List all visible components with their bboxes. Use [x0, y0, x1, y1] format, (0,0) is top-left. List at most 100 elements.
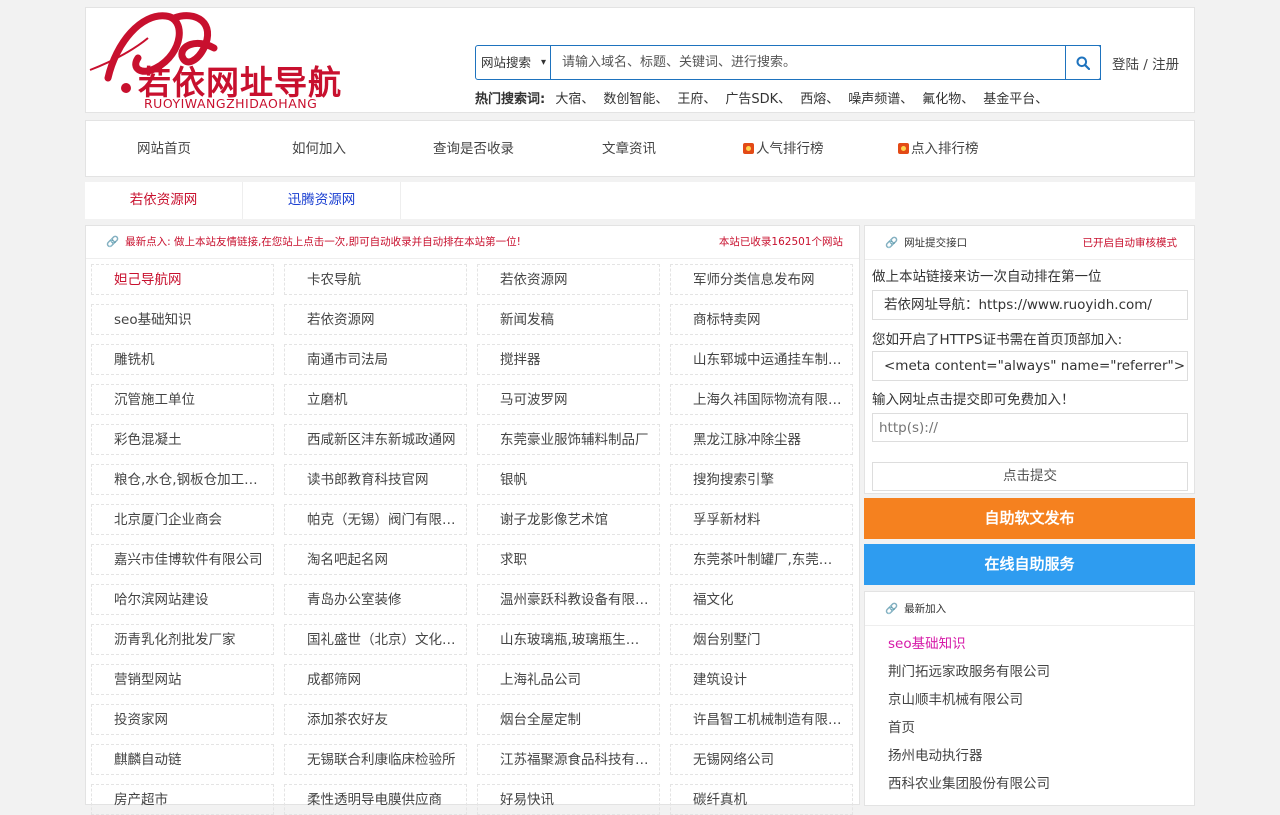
site-link[interactable]: 新闻发稿	[477, 304, 660, 335]
site-link[interactable]: 江苏福聚源食品科技有限公司	[477, 744, 660, 775]
site-link[interactable]: 彩色混凝土	[91, 424, 274, 455]
site-link[interactable]: seo基础知识	[91, 304, 274, 335]
nav-check-indexed[interactable]: 查询是否收录	[433, 121, 514, 178]
hot-keyword[interactable]: 广告SDK、	[725, 92, 791, 107]
submit-panel-header: 🔗 网址提交接口 已开启自动审核模式	[865, 226, 1194, 260]
latest-item[interactable]: 首页	[888, 716, 915, 736]
self-publish-article-button[interactable]: 自助软文发布	[864, 498, 1195, 539]
site-link[interactable]: 搜狗搜索引擎	[670, 464, 853, 495]
hot-keyword[interactable]: 西熔、	[800, 92, 839, 107]
site-link[interactable]: 上海礼品公司	[477, 664, 660, 695]
hot-keyword[interactable]: 噪声频谱、	[848, 92, 913, 107]
site-link[interactable]: 若依资源网	[284, 304, 467, 335]
site-link[interactable]: 沉管施工单位	[91, 384, 274, 415]
nav-home[interactable]: 网站首页	[137, 121, 191, 178]
site-link[interactable]: 东莞豪业服饰辅料制品厂	[477, 424, 660, 455]
latest-title: 最新加入	[904, 603, 947, 615]
search-box: 网站搜索 ▾	[475, 45, 1101, 80]
site-link[interactable]: 无锡联合利康临床检验所	[284, 744, 467, 775]
site-link[interactable]: 哈尔滨网站建设	[91, 584, 274, 615]
site-link[interactable]: 帕克（无锡）阀门有限公司	[284, 504, 467, 535]
latest-item[interactable]: 扬州电动执行器	[888, 744, 983, 764]
latest-item[interactable]: 京山顺丰机械有限公司	[888, 688, 1023, 708]
site-link[interactable]: 烟台全屋定制	[477, 704, 660, 735]
site-link[interactable]: 军师分类信息发布网	[670, 264, 853, 295]
partner-tab[interactable]: 若依资源网	[85, 182, 243, 219]
site-link[interactable]: 嘉兴市佳博软件有限公司	[91, 544, 274, 575]
link-icon: 🔗	[106, 236, 120, 248]
nav-articles[interactable]: 文章资讯	[602, 121, 656, 178]
site-link[interactable]: 温州豪跃科教设备有限公司	[477, 584, 660, 615]
site-link[interactable]: 读书郎教育科技官网	[284, 464, 467, 495]
site-link[interactable]: 立磨机	[284, 384, 467, 415]
site-link[interactable]: 添加茶农好友	[284, 704, 467, 735]
submit-title: 网址提交接口	[904, 237, 968, 249]
site-link[interactable]: 若依资源网	[477, 264, 660, 295]
site-link[interactable]: 山东郓城中运通挂车制造有限公司	[670, 344, 853, 375]
search-type-value: 网站搜索	[481, 55, 532, 70]
site-link[interactable]: 烟台别墅门	[670, 624, 853, 655]
chevron-down-icon: ▾	[540, 57, 546, 68]
site-link[interactable]: 马可波罗网	[477, 384, 660, 415]
site-link[interactable]: 青岛办公室装修	[284, 584, 467, 615]
site-link[interactable]: 西咸新区沣东新城政通网	[284, 424, 467, 455]
partner-tab[interactable]: 迅腾资源网	[243, 182, 401, 219]
site-list-panel: 🔗 最新点入: 做上本站友情链接,在您站上点击一次,即可自动收录并自动排在本站第一…	[85, 225, 860, 815]
hot-icon	[898, 143, 909, 154]
search-input[interactable]	[552, 46, 1092, 79]
auto-review-status: 已开启自动审核模式	[1082, 237, 1178, 249]
site-link[interactable]: 福文化	[670, 584, 853, 615]
register-link[interactable]: 注册	[1152, 57, 1179, 73]
site-link[interactable]: 东莞茶叶制罐厂,东莞礼品盒	[670, 544, 853, 575]
free-join-instruction: 输入网址点击提交即可免费加入！	[872, 392, 1075, 408]
login-link[interactable]: 登陆	[1112, 57, 1139, 73]
site-link[interactable]: 卡农导航	[284, 264, 467, 295]
site-link[interactable]: 山东玻璃瓶,玻璃瓶生产厂家	[477, 624, 660, 655]
latest-item[interactable]: seo基础知识	[888, 632, 966, 652]
site-link[interactable]: 商标特卖网	[670, 304, 853, 335]
site-link[interactable]: 孚孚新材料	[670, 504, 853, 535]
nav-popular-rank[interactable]: 人气排行榜	[743, 121, 824, 178]
site-link[interactable]: 谢子龙影像艺术馆	[477, 504, 660, 535]
site-link[interactable]: 妲己导航网	[91, 264, 274, 295]
submit-button[interactable]: 点击提交	[872, 462, 1188, 491]
hot-keyword[interactable]: 王府、	[677, 92, 716, 107]
search-button[interactable]	[1065, 45, 1101, 80]
site-link[interactable]: 黑龙江脉冲除尘器	[670, 424, 853, 455]
site-link[interactable]: 无锡网络公司	[670, 744, 853, 775]
search-type-select[interactable]: 网站搜索 ▾	[476, 46, 551, 79]
site-link[interactable]: 国礼盛世（北京）文化传播	[284, 624, 467, 655]
nav-how-to-join[interactable]: 如何加入	[292, 121, 346, 178]
site-link[interactable]: 北京厦门企业商会	[91, 504, 274, 535]
site-link[interactable]: 南通市司法局	[284, 344, 467, 375]
latest-item[interactable]: 西科农业集团股份有限公司	[888, 772, 1050, 792]
site-link[interactable]: 上海久祎国际物流有限公司	[670, 384, 853, 415]
site-link[interactable]: 银帆	[477, 464, 660, 495]
hot-keywords-label: 热门搜索词:	[475, 92, 546, 107]
online-self-service-button[interactable]: 在线自助服务	[864, 544, 1195, 585]
submit-instruction: 做上本站链接来访一次自动排在第一位	[872, 269, 1102, 285]
site-link[interactable]: 投资家网	[91, 704, 274, 735]
nav-click-rank[interactable]: 点入排行榜	[898, 121, 979, 178]
site-link[interactable]: 搅拌器	[477, 344, 660, 375]
site-link[interactable]: 成都筛网	[284, 664, 467, 695]
latest-item[interactable]: 荆门拓远家政服务有限公司	[888, 660, 1050, 680]
site-link[interactable]: 淘名吧起名网	[284, 544, 467, 575]
link-code-box[interactable]: 若依网址导航：https://www.ruoyidh.com/	[872, 290, 1188, 320]
hot-keyword[interactable]: 数创智能、	[603, 92, 668, 107]
hot-keyword[interactable]: 氟化物、	[922, 92, 974, 107]
hot-keyword[interactable]: 大宿、	[555, 92, 594, 107]
auth-separator: /	[1143, 57, 1148, 73]
site-link[interactable]: 营销型网站	[91, 664, 274, 695]
site-link[interactable]: 沥青乳化剂批发厂家	[91, 624, 274, 655]
url-input[interactable]	[872, 413, 1188, 442]
site-logo[interactable]: 若依网址导航 RUOYIWANGZHIDAOHANG	[86, 8, 396, 114]
meta-code-box[interactable]: <meta content="always" name="referrer">	[872, 351, 1188, 381]
site-link[interactable]: 建筑设计	[670, 664, 853, 695]
hot-keyword[interactable]: 基金平台、	[983, 92, 1048, 107]
site-link[interactable]: 麒麟自动链	[91, 744, 274, 775]
site-link[interactable]: 许昌智工机械制造有限公司	[670, 704, 853, 735]
site-link[interactable]: 粮仓,水仓,钢板仓加工厂家	[91, 464, 274, 495]
site-link[interactable]: 求职	[477, 544, 660, 575]
site-link[interactable]: 雕铣机	[91, 344, 274, 375]
